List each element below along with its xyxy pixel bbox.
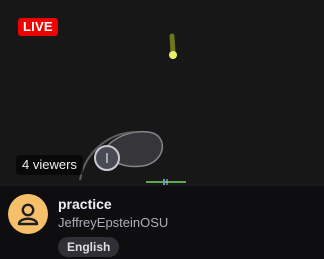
tag-language[interactable]: English <box>58 237 120 257</box>
channel-name[interactable]: JeffreyEpsteinOSU <box>58 215 168 230</box>
falling-note <box>169 51 177 59</box>
user-icon <box>17 203 39 226</box>
channel-avatar[interactable] <box>8 194 48 234</box>
viewer-count: 4 viewers <box>16 155 83 175</box>
stream-card[interactable]: LIVE 4 viewers practice JeffreyEpsteinOS… <box>0 0 324 259</box>
stream-info: practice JeffreyEpsteinOSU English <box>0 186 324 259</box>
stream-preview[interactable]: LIVE 4 viewers <box>0 0 324 186</box>
stream-title[interactable]: practice <box>58 196 112 212</box>
live-badge: LIVE <box>18 18 58 36</box>
